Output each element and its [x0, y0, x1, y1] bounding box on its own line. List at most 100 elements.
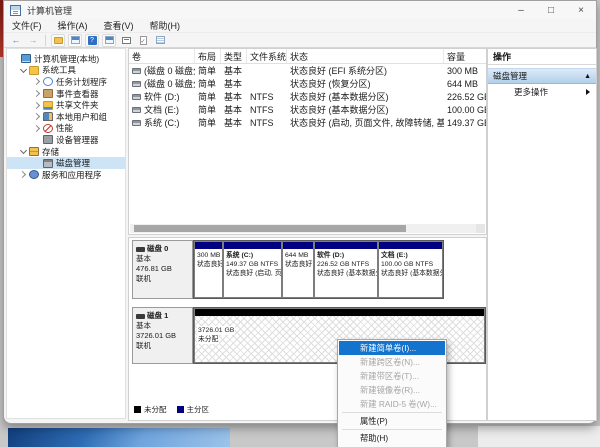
console-tree: 计算机管理(本地) 系统工具 任务计划程序 事件查看器 共享文件夹 本地用户和组… [6, 48, 126, 419]
chevron-right-icon[interactable] [34, 125, 41, 132]
disk0-partitions: 300 MB状态良好 (EFI 系统分区) 系统 (C:)149.37 GB N… [193, 240, 444, 299]
tree-item-disk-management[interactable]: 磁盘管理 [7, 157, 125, 169]
check-disk-icon[interactable] [136, 34, 150, 47]
column-status[interactable]: 状态 [287, 49, 444, 63]
app-icon [10, 5, 21, 16]
legend: 未分配 主分区 [134, 404, 209, 415]
submenu-arrow-icon [586, 89, 590, 95]
menu-view[interactable]: 查看(V) [96, 19, 142, 32]
show-console-tree-icon[interactable] [68, 34, 82, 47]
tree-item-system-tools[interactable]: 系统工具 [7, 65, 125, 77]
primary-partition-color-swatch [177, 406, 184, 413]
chevron-right-icon[interactable] [34, 113, 41, 120]
event-viewer-icon [43, 89, 53, 98]
help-icon[interactable]: ? [85, 34, 99, 47]
menu-separator [342, 412, 442, 413]
menu-item-new-striped-volume: 新建带区卷(T)... [339, 369, 445, 383]
tree-item-performance[interactable]: 性能 [7, 123, 125, 135]
minimize-button[interactable]: – [506, 1, 536, 19]
volume-icon [132, 81, 141, 87]
volume-icon [132, 68, 141, 74]
tree-item-shared-folders[interactable]: 共享文件夹 [7, 99, 125, 111]
collapse-icon[interactable]: ▲ [584, 73, 591, 80]
show-actions-pane-icon[interactable] [102, 34, 116, 47]
volume-icon [132, 107, 141, 113]
menu-item-new-raid5-volume: 新建 RAID-5 卷(W)... [339, 397, 445, 411]
toolbar-separator [45, 35, 46, 46]
forward-icon[interactable]: → [26, 34, 40, 47]
menu-separator [342, 429, 442, 430]
users-icon [43, 112, 53, 121]
back-icon[interactable]: ← [9, 34, 23, 47]
volume-list: 卷 布局 类型 文件系统 状态 容量 (磁盘 0 磁盘分区 1) 简单基本 状态… [128, 48, 487, 235]
partition-recovery[interactable]: 644 MB状态良好 (恢复分区) [283, 242, 313, 297]
maximize-button[interactable]: □ [536, 1, 566, 19]
tree-item-storage[interactable]: 存储 [7, 146, 125, 158]
volume-icon [132, 120, 141, 126]
performance-icon [43, 124, 53, 133]
horizontal-scrollbar[interactable] [130, 224, 485, 233]
chevron-right-icon[interactable] [34, 78, 41, 85]
tree-item-computer-management[interactable]: 计算机管理(本地) [7, 53, 125, 65]
column-capacity[interactable]: 容量 [444, 49, 486, 63]
scrollbar-corner [476, 224, 485, 233]
computer-icon [21, 54, 31, 63]
table-row[interactable]: 软件 (D:) 简单基本 NTFS状态良好 (基本数据分区) 226.52 GB [129, 90, 486, 103]
chevron-right-icon[interactable] [34, 90, 41, 97]
window-title: 计算机管理 [27, 4, 72, 17]
tree-item-task-scheduler[interactable]: 任务计划程序 [7, 76, 125, 88]
menu-file[interactable]: 文件(F) [4, 19, 50, 32]
menu-bar: 文件(F) 操作(A) 查看(V) 帮助(H) [4, 19, 596, 33]
disk-management-icon [43, 159, 53, 168]
volume-list-header: 卷 布局 类型 文件系统 状态 容量 [129, 49, 486, 64]
desktop-wallpaper [8, 428, 230, 447]
column-volume[interactable]: 卷 [129, 49, 195, 63]
actions-pane: 操作 磁盘管理 ▲ 更多操作 [487, 48, 597, 421]
menu-action[interactable]: 操作(A) [50, 19, 96, 32]
partition-e[interactable]: 文档 (E:)100.00 GB NTFS状态良好 (基本数据分区) [379, 242, 442, 297]
more-actions[interactable]: 更多操作 [488, 84, 596, 99]
menu-help[interactable]: 帮助(H) [142, 19, 189, 32]
table-row[interactable]: (磁盘 0 磁盘分区 1) 简单基本 状态良好 (EFI 系统分区) 300 M… [129, 64, 486, 77]
tree-item-local-users-groups[interactable]: 本地用户和组 [7, 111, 125, 123]
partition-c[interactable]: 系统 (C:)149.37 GB NTFS状态良好 (启动, 页面文件, 故障转… [224, 242, 281, 297]
details-view-icon[interactable] [153, 34, 167, 47]
chevron-down-icon[interactable] [20, 67, 27, 74]
table-row[interactable]: (磁盘 0 磁盘分区 4) 简单基本 状态良好 (恢复分区) 644 MB [129, 77, 486, 90]
chevron-right-icon[interactable] [20, 171, 27, 178]
close-button[interactable]: × [566, 1, 596, 19]
scrollbar-thumb[interactable] [134, 225, 406, 232]
partition-efi[interactable]: 300 MB状态良好 (EFI 系统分区) [195, 242, 222, 297]
menu-item-help[interactable]: 帮助(H) [339, 431, 445, 445]
menu-item-new-simple-volume[interactable]: 新建简单卷(I)... [339, 341, 445, 355]
shared-folders-icon [43, 101, 53, 110]
volume-icon [132, 94, 141, 100]
column-filesystem[interactable]: 文件系统 [247, 49, 287, 63]
table-row[interactable]: 文档 (E:) 简单基本 NTFS状态良好 (基本数据分区) 100.00 GB [129, 103, 486, 116]
column-type[interactable]: 类型 [221, 49, 247, 63]
disk0-label[interactable]: 磁盘 0 基本 476.81 GB 联机 [132, 240, 193, 299]
partition-d[interactable]: 软件 (D:)226.52 GB NTFS状态良好 (基本数据分区) [315, 242, 377, 297]
tree-item-device-manager[interactable]: 设备管理器 [7, 134, 125, 146]
disk-icon [136, 247, 145, 252]
actions-section-disk-management[interactable]: 磁盘管理 ▲ [488, 68, 596, 84]
storage-icon [29, 147, 39, 156]
tree-item-event-viewer[interactable]: 事件查看器 [7, 88, 125, 100]
unallocated-color-swatch [134, 406, 141, 413]
computer-management-window: 计算机管理 – □ × 文件(F) 操作(A) 查看(V) 帮助(H) ← → … [3, 0, 597, 424]
up-folder-icon[interactable] [51, 34, 65, 47]
menu-item-new-spanned-volume: 新建跨区卷(N)... [339, 355, 445, 369]
chevron-right-icon[interactable] [34, 102, 41, 109]
disk1-label[interactable]: 磁盘 1 基本 3726.01 GB 联机 [132, 307, 193, 364]
context-menu: 新建简单卷(I)... 新建跨区卷(N)... 新建带区卷(T)... 新建镜像… [337, 339, 447, 447]
services-icon [29, 170, 39, 179]
chevron-down-icon[interactable] [20, 148, 27, 155]
tree-item-services-applications[interactable]: 服务和应用程序 [7, 169, 125, 181]
menu-item-properties[interactable]: 属性(P) [339, 414, 445, 428]
desktop-background-light [478, 426, 600, 447]
column-layout[interactable]: 布局 [195, 49, 221, 63]
table-row[interactable]: 系统 (C:) 简单基本 NTFS状态良好 (启动, 页面文件, 故障转储, 基… [129, 116, 486, 129]
popup-icon[interactable] [119, 34, 133, 47]
task-scheduler-icon [43, 77, 53, 86]
toolbar: ← → ? [4, 33, 596, 48]
